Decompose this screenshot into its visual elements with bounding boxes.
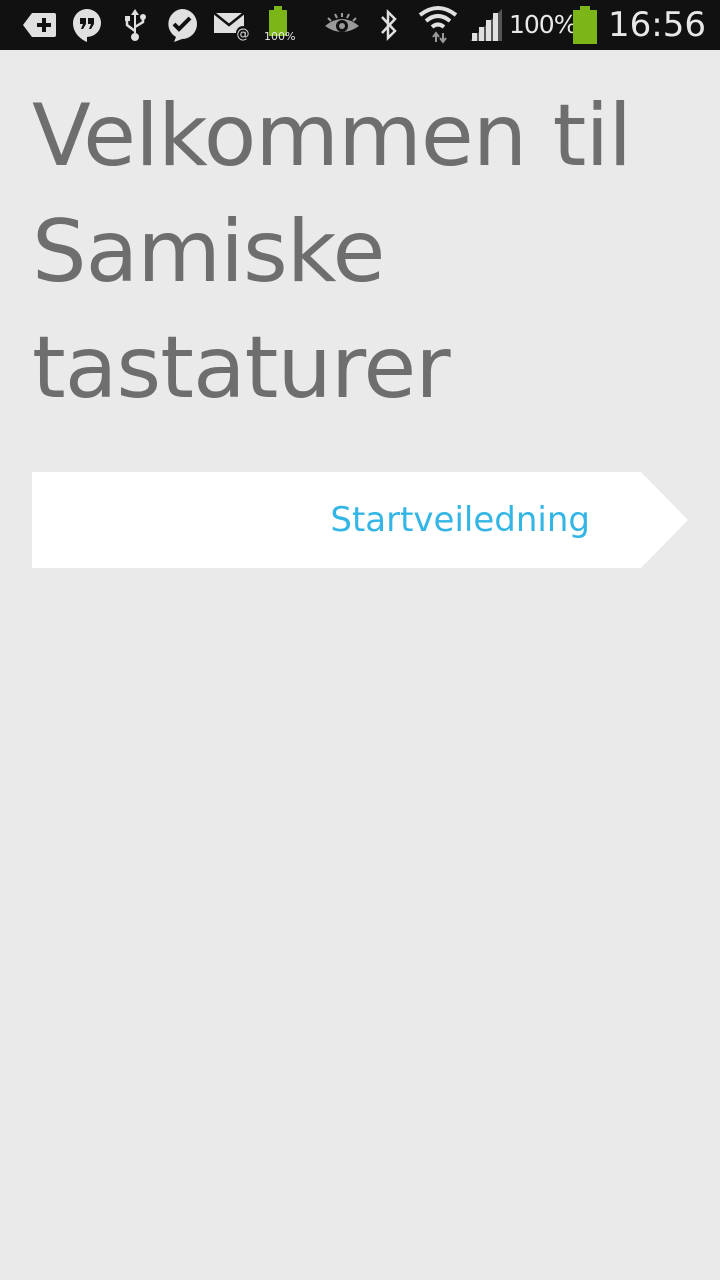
add-notification-icon xyxy=(22,0,58,50)
checkmark-bubble-icon xyxy=(164,0,200,50)
email-icon: @ xyxy=(212,0,252,50)
hangouts-icon xyxy=(70,0,104,50)
page-title: Velkommen til Samiske tastaturer xyxy=(32,86,632,418)
start-guide-button[interactable]: Startveiledning xyxy=(32,472,688,568)
usb-icon xyxy=(120,0,150,50)
wifi-icon xyxy=(416,0,460,50)
status-bar: @ 100% 100% 16:56 xyxy=(0,0,720,50)
signal-icon xyxy=(468,0,504,50)
battery-small-label: 100% xyxy=(264,30,296,43)
battery-icon xyxy=(570,0,600,50)
start-guide-label: Startveiledning xyxy=(330,500,590,540)
eye-icon xyxy=(322,0,362,50)
svg-text:@: @ xyxy=(237,27,250,41)
clock: 16:56 xyxy=(608,5,706,45)
bluetooth-icon xyxy=(374,0,404,50)
battery-percent: 100% xyxy=(509,10,577,39)
